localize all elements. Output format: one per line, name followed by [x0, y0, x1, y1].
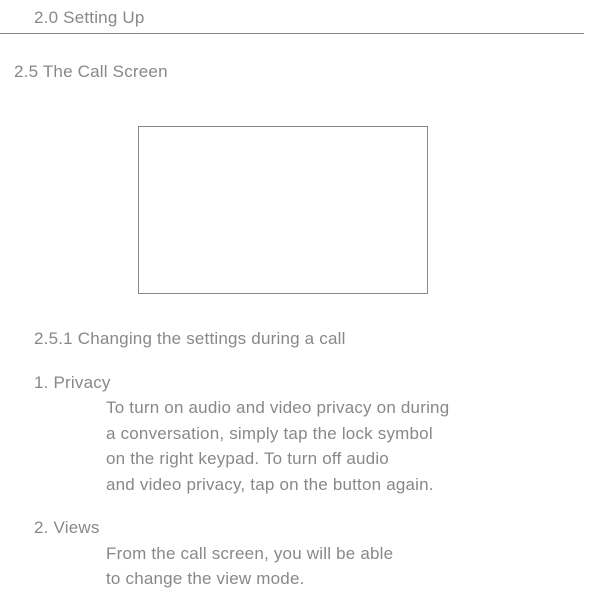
body-line: to change the view mode. — [106, 566, 592, 592]
diagram-placeholder — [138, 126, 428, 294]
body-line: a conversation, simply tap the lock symb… — [106, 421, 592, 447]
item-body: From the call screen, you will be able t… — [34, 541, 592, 592]
body-line: From the call screen, you will be able — [106, 541, 592, 567]
body-line: and video privacy, tap on the button aga… — [106, 472, 592, 498]
header-title: 2.0 Setting Up — [34, 8, 145, 27]
item-views: 2. Views From the call screen, you will … — [34, 515, 592, 592]
page-header: 2.0 Setting Up — [0, 0, 584, 34]
item-privacy: 1. Privacy To turn on audio and video pr… — [34, 370, 592, 498]
body-line: on the right keypad. To turn off audio — [106, 446, 592, 472]
content-area: 2.5.1 Changing the settings during a cal… — [0, 294, 592, 592]
section-title: 2.5 The Call Screen — [0, 34, 592, 82]
item-title: 1. Privacy — [34, 370, 592, 396]
body-line: To turn on audio and video privacy on du… — [106, 395, 592, 421]
section-title-text: 2.5 The Call Screen — [14, 62, 168, 81]
item-title: 2. Views — [34, 515, 592, 541]
subsection-heading: 2.5.1 Changing the settings during a cal… — [34, 326, 592, 352]
item-body: To turn on audio and video privacy on du… — [34, 395, 592, 497]
